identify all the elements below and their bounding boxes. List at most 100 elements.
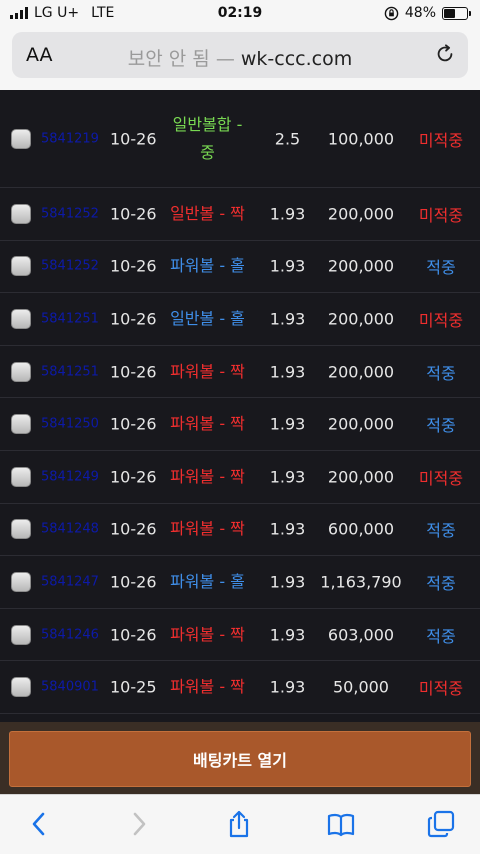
bet-id[interactable]: 5841251	[41, 364, 99, 379]
bet-date: 10-26	[110, 129, 157, 148]
bet-result: 미적중	[418, 130, 464, 150]
bet-result: 미적중	[418, 679, 464, 699]
row-checkbox[interactable]	[11, 128, 31, 149]
bet-id[interactable]: 5841246	[41, 627, 99, 642]
bet-game: 파워볼 - 짝	[170, 519, 245, 539]
bet-odds: 1.93	[269, 414, 306, 434]
bet-game: 일반볼합 - 중	[172, 114, 243, 162]
bet-game: 파워볼 - 짝	[170, 361, 245, 381]
bet-result: 적중	[426, 573, 456, 593]
row-checkbox[interactable]	[11, 677, 31, 698]
bet-id[interactable]: 5840901	[41, 680, 99, 695]
chevron-left-icon[interactable]	[24, 809, 54, 839]
bet-row: 5841251 10-26 파워볼 - 짝 1.93 200,000 적중	[0, 346, 480, 399]
bet-game: 파워볼 - 홀	[170, 256, 245, 276]
book-icon[interactable]	[326, 809, 356, 839]
bet-row: 5841252 10-26 파워볼 - 홀 1.93 200,000 적중	[0, 241, 480, 294]
row-checkbox[interactable]	[11, 624, 31, 645]
bet-date: 10-26	[110, 519, 157, 539]
bet-row: 5841248 10-26 파워볼 - 짝 1.93 600,000 적중	[0, 504, 480, 557]
bet-date: 10-26	[110, 414, 157, 434]
bet-amount: 200,000	[327, 362, 395, 382]
orientation-lock-icon	[384, 6, 399, 20]
bet-history-list: 5841219 10-26 일반볼합 - 중 2.5 100,000 미적중 5841252…	[0, 90, 480, 722]
bet-result: 미적중	[418, 310, 464, 330]
address-bar[interactable]: AA 보안 안 됨 — wk-ccc.com	[12, 32, 468, 78]
bet-amount: 200,000	[327, 414, 395, 434]
bet-row: 5841250 10-26 파워볼 - 짝 1.93 200,000 적중	[0, 398, 480, 451]
battery-icon	[442, 6, 471, 20]
bet-odds: 1.93	[269, 625, 306, 645]
chevron-right-icon[interactable]	[124, 809, 154, 839]
bet-odds: 1.93	[269, 677, 306, 697]
row-checkbox[interactable]	[11, 466, 31, 487]
bet-row: 5841247 10-26 파워볼 - 홀 1.93 1,163,790 적중	[0, 556, 480, 609]
url-display[interactable]: 보안 안 됨 — wk-ccc.com	[12, 44, 468, 71]
bet-game: 파워볼 - 홀	[170, 571, 245, 591]
cart-bar: 배팅카트 열기	[0, 722, 480, 794]
battery-percent: 48%	[404, 5, 436, 21]
bet-game: 파워볼 - 짝	[170, 414, 245, 434]
row-checkbox[interactable]	[11, 571, 31, 592]
bet-amount: 200,000	[327, 309, 395, 329]
browser-header: AA 보안 안 됨 — wk-ccc.com	[0, 28, 480, 90]
bet-result: 적중	[426, 363, 456, 383]
bet-row: 5841219 10-26 일반볼합 - 중 2.5 100,000 미적중	[0, 90, 480, 188]
bet-row: 5840901 10-25 파워볼 - 짝 1.93 50,000 미적중	[0, 661, 480, 714]
bet-result: 미적중	[418, 468, 464, 488]
bet-row: 5841249 10-26 파워볼 - 짝 1.93 200,000 미적중	[0, 451, 480, 504]
bet-date: 10-26	[110, 362, 157, 382]
row-checkbox[interactable]	[11, 256, 31, 277]
bet-id[interactable]: 5841252	[41, 206, 99, 221]
bet-amount: 603,000	[327, 625, 395, 645]
bet-id[interactable]: 5841247	[41, 574, 99, 589]
reload-icon[interactable]	[434, 43, 456, 65]
bet-game: 파워볼 - 짝	[170, 677, 245, 697]
bet-odds: 1.93	[269, 362, 306, 382]
bet-odds: 1.93	[269, 309, 306, 329]
bet-amount: 200,000	[327, 204, 395, 224]
bet-game: 일반볼 - 짝	[170, 203, 245, 223]
url-separator: —	[215, 48, 235, 70]
bet-row: 5841246 10-26 파워볼 - 짝 1.93 603,000 적중	[0, 609, 480, 662]
bet-amount: 100,000	[327, 129, 395, 148]
bet-amount: 1,163,790	[320, 572, 402, 592]
bet-amount: 200,000	[327, 256, 395, 276]
bet-id[interactable]: 5841250	[41, 417, 99, 432]
bet-id[interactable]: 5841219	[41, 131, 99, 146]
row-checkbox[interactable]	[11, 361, 31, 382]
share-icon[interactable]	[224, 809, 254, 839]
bet-game: 일반볼 - 홀	[170, 308, 245, 328]
bet-date: 10-26	[110, 309, 157, 329]
bet-id[interactable]: 5841252	[41, 259, 99, 274]
bet-id[interactable]: 5841248	[41, 522, 99, 537]
bet-odds: 1.93	[269, 256, 306, 276]
domain-label: wk-ccc.com	[240, 48, 353, 70]
bet-result: 적중	[426, 258, 456, 278]
tabs-icon[interactable]	[426, 809, 456, 839]
status-bar: LG U+ LTE 02:19 48%	[0, 0, 480, 28]
bet-row: 5841252 10-26 일반볼 - 짝 1.93 200,000 미적중	[0, 188, 480, 241]
bet-amount: 50,000	[333, 677, 389, 697]
row-checkbox[interactable]	[11, 519, 31, 540]
bet-odds: 1.93	[269, 204, 306, 224]
bet-result: 미적중	[418, 205, 464, 225]
bet-date: 10-26	[110, 204, 157, 224]
bet-id[interactable]: 5841249	[41, 469, 99, 484]
row-checkbox[interactable]	[11, 414, 31, 435]
bet-date: 10-26	[110, 625, 157, 645]
bet-game: 파워볼 - 짝	[170, 466, 245, 486]
bet-odds: 1.93	[269, 519, 306, 539]
bet-amount: 200,000	[327, 467, 395, 487]
bet-date: 10-25	[110, 677, 157, 697]
bet-result: 적중	[426, 521, 456, 541]
row-checkbox[interactable]	[11, 308, 31, 329]
open-bet-cart-button[interactable]: 배팅카트 열기	[9, 731, 471, 787]
bet-id[interactable]: 5841251	[41, 311, 99, 326]
bet-odds: 2.5	[274, 129, 301, 148]
bet-date: 10-26	[110, 256, 157, 276]
bet-date: 10-26	[110, 572, 157, 592]
bet-amount: 600,000	[327, 519, 395, 539]
bet-game: 파워볼 - 짝	[170, 624, 245, 644]
row-checkbox[interactable]	[11, 203, 31, 224]
